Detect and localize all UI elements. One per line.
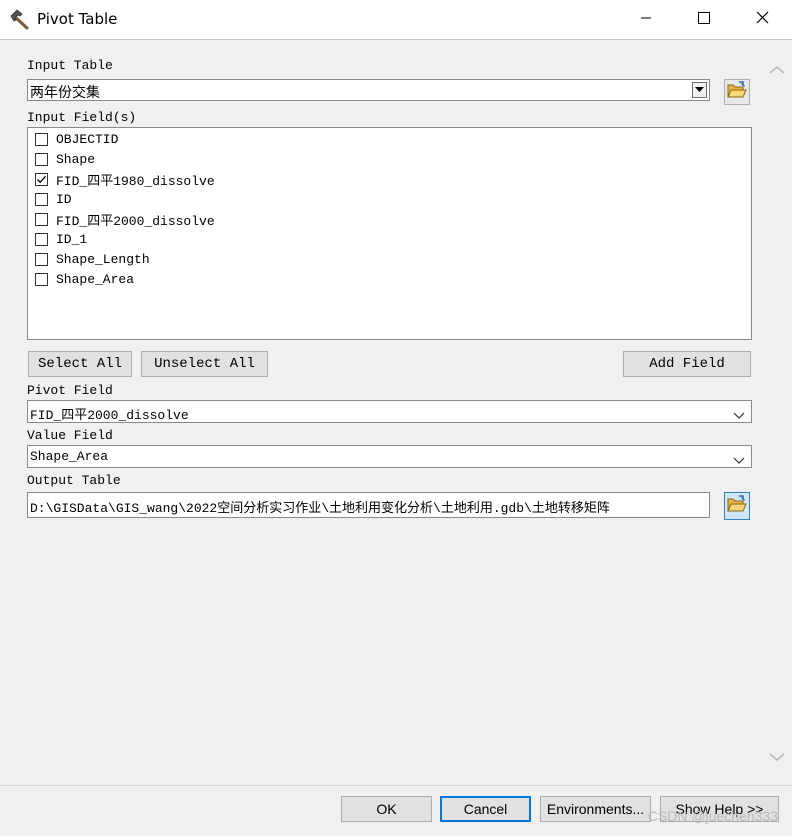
chevron-down-icon — [733, 452, 745, 464]
list-item[interactable]: FID_四平2000_dissolve — [35, 209, 215, 229]
minimize-icon — [640, 11, 652, 29]
checkbox[interactable] — [35, 152, 48, 166]
value-field-combo[interactable]: Shape_Area — [27, 445, 752, 468]
list-item[interactable]: ID — [35, 189, 72, 209]
watermark-text: CSDN @juechen333 — [647, 808, 778, 824]
checkbox[interactable] — [35, 192, 48, 206]
input-fields-label: Input Field(s) — [27, 110, 137, 125]
list-item[interactable]: FID_四平1980_dissolve — [35, 169, 215, 189]
ok-button[interactable]: OK — [341, 796, 432, 822]
select-all-button[interactable]: Select All — [28, 351, 132, 377]
list-item[interactable]: Shape_Area — [35, 269, 134, 289]
input-table-label: Input Table — [27, 58, 113, 73]
checkbox[interactable] — [35, 232, 48, 246]
window-title: Pivot Table — [37, 10, 118, 28]
unselect-all-button[interactable]: Unselect All — [141, 351, 268, 377]
open-folder-icon — [727, 80, 747, 104]
maximize-icon — [698, 11, 710, 29]
checkmark-icon — [37, 175, 47, 183]
pivot-field-value: FID_四平2000_dissolve — [30, 408, 189, 423]
caret-down-icon — [695, 87, 704, 92]
list-item[interactable]: OBJECTID — [35, 129, 118, 149]
list-item[interactable]: ID_1 — [35, 229, 87, 249]
scroll-down-icon[interactable] — [769, 749, 785, 767]
vertical-scrollbar[interactable] — [763, 40, 792, 785]
title-bar: Pivot Table — [0, 0, 792, 39]
cancel-button[interactable]: Cancel — [440, 796, 531, 822]
list-item[interactable]: Shape_Length — [35, 249, 150, 269]
close-icon — [756, 11, 769, 29]
input-table-dropdown-button[interactable] — [692, 82, 707, 98]
checkbox[interactable] — [35, 272, 48, 286]
output-table-label: Output Table — [27, 473, 121, 488]
output-table-value: D:\GISData\GIS_wang\2022空间分析实习作业\土地利用变化分… — [30, 501, 610, 516]
pivot-field-label: Pivot Field — [27, 383, 113, 398]
minimize-button[interactable] — [617, 0, 675, 39]
input-table-combo[interactable]: 两年份交集 — [27, 79, 710, 101]
checkbox[interactable] — [35, 212, 48, 226]
close-button[interactable] — [733, 0, 791, 39]
hammer-icon — [9, 9, 31, 31]
input-table-value: 两年份交集 — [30, 85, 100, 101]
output-table-browse-button[interactable] — [724, 492, 750, 520]
value-field-label: Value Field — [27, 428, 113, 443]
checkbox[interactable] — [35, 252, 48, 266]
open-folder-icon — [727, 494, 747, 518]
input-table-browse-button[interactable] — [724, 79, 750, 105]
environments-button[interactable]: Environments... — [540, 796, 651, 822]
add-field-button[interactable]: Add Field — [623, 351, 751, 377]
value-field-value: Shape_Area — [30, 449, 109, 464]
output-table-input[interactable]: D:\GISData\GIS_wang\2022空间分析实习作业\土地利用变化分… — [27, 492, 710, 518]
chevron-down-icon — [733, 407, 745, 419]
checkbox[interactable] — [35, 132, 48, 146]
maximize-button[interactable] — [675, 0, 733, 39]
input-fields-list[interactable]: OBJECTID Shape FID_四平1980_dissolve ID FI… — [27, 127, 752, 340]
pivot-field-combo[interactable]: FID_四平2000_dissolve — [27, 400, 752, 423]
checkbox-checked[interactable] — [35, 172, 48, 186]
scroll-up-icon[interactable] — [769, 62, 785, 80]
list-item[interactable]: Shape — [35, 149, 95, 169]
